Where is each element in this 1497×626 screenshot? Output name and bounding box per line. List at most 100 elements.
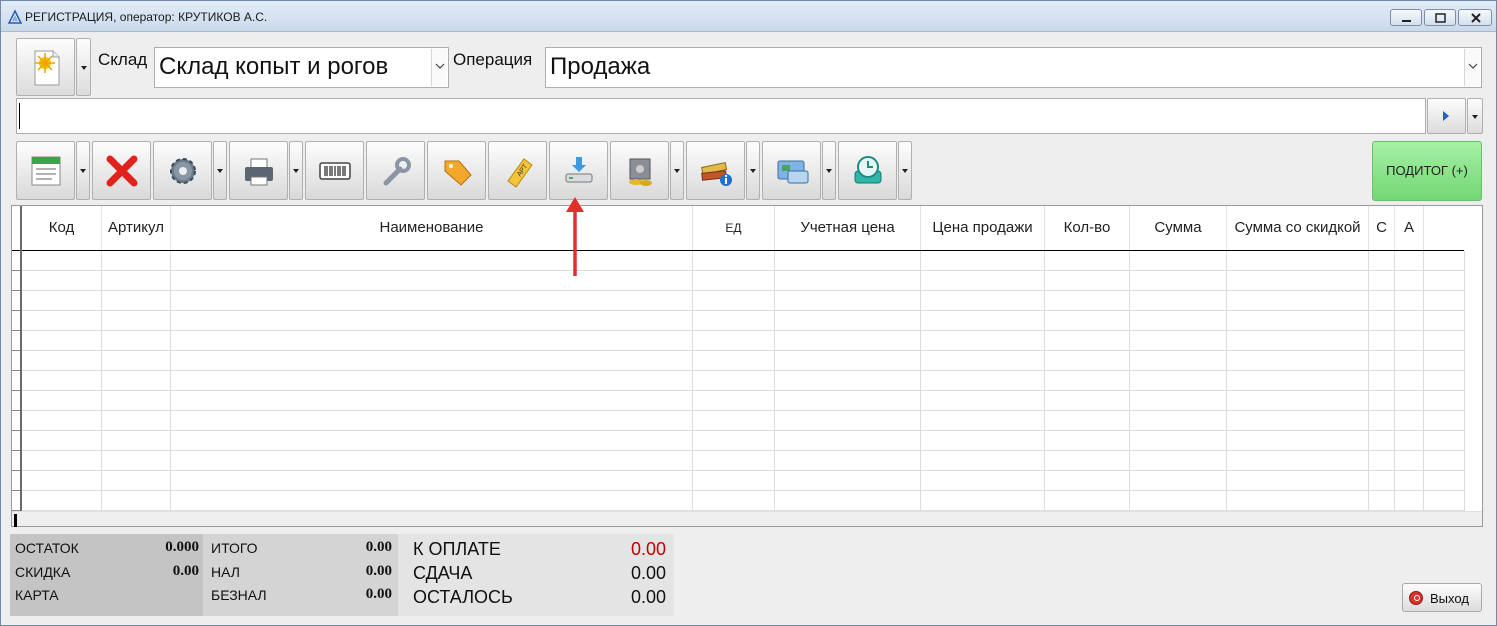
row-indicator[interactable] [12, 471, 20, 491]
table-row[interactable] [22, 351, 1464, 371]
new-document-icon [34, 50, 60, 86]
table-row[interactable] [22, 491, 1464, 511]
download-scale-icon [565, 156, 592, 182]
column-cost-price[interactable]: Учетная цена [775, 206, 921, 250]
table-row[interactable] [22, 471, 1464, 491]
calendar-list-dropdown[interactable] [76, 141, 90, 200]
column-sum-discount[interactable]: Сумма со скидкой [1227, 206, 1369, 250]
items-grid[interactable]: Код Артикул Наименование ЕД Учетная цена… [11, 205, 1483, 527]
column-quantity[interactable]: Кол-во [1045, 206, 1130, 250]
row-indicator[interactable] [12, 431, 20, 451]
books-info-button[interactable] [686, 141, 745, 200]
column-unit[interactable]: ЕД [693, 206, 775, 250]
run-scan-dropdown[interactable] [1467, 98, 1483, 134]
chevron-down-icon [1468, 63, 1478, 69]
row-indicator[interactable] [12, 311, 20, 331]
column-name[interactable]: Наименование [171, 206, 693, 250]
settings-button[interactable] [153, 141, 212, 200]
grid-line [1423, 251, 1424, 511]
summary-totals-panel: ИТОГО 0.00 НАЛ 0.00 БЕЗНАЛ 0.00 [203, 534, 398, 616]
subtotal-button[interactable]: ПОДИТОГ (+) [1372, 141, 1482, 201]
row-indicator[interactable] [12, 331, 20, 351]
new-document-button[interactable] [16, 38, 75, 96]
operation-dropdown-arrow[interactable] [1464, 49, 1480, 86]
operation-value: Продажа [550, 53, 651, 80]
exit-button[interactable]: Выход [1402, 583, 1482, 612]
payment-card-dropdown[interactable] [822, 141, 836, 200]
title-bar: РЕГИСТРАЦИЯ, оператор: КРУТИКОВ А.С. [1, 1, 1496, 32]
table-row[interactable] [22, 271, 1464, 291]
grid-line [1044, 251, 1045, 511]
column-code[interactable]: Код [22, 206, 102, 250]
download-scale-button[interactable] [549, 141, 608, 200]
row-indicator[interactable] [12, 411, 20, 431]
maximize-button[interactable] [1424, 9, 1456, 26]
horizontal-scrollbar[interactable] [12, 511, 1482, 527]
row-indicator[interactable] [12, 371, 20, 391]
row-indicator[interactable] [12, 391, 20, 411]
total-value: 0.00 [365, 539, 392, 555]
change-value: 0.00 [630, 563, 666, 583]
column-sum[interactable]: Сумма [1130, 206, 1227, 250]
minimize-button[interactable] [1390, 9, 1422, 26]
warehouse-dropdown-arrow[interactable] [431, 49, 447, 86]
table-row[interactable] [22, 331, 1464, 351]
row-indicator[interactable] [12, 291, 20, 311]
text-caret [19, 103, 20, 129]
barcode-button[interactable] [305, 141, 364, 200]
payment-card-button[interactable] [762, 141, 821, 200]
run-scan-button[interactable] [1427, 98, 1466, 134]
operation-select[interactable]: Продажа [545, 47, 1482, 88]
warehouse-value: Склад копыт и рогов [159, 53, 389, 80]
wrench-button[interactable] [366, 141, 425, 200]
table-row[interactable] [22, 451, 1464, 471]
grid-line [920, 251, 921, 511]
cash-value: 0.00 [365, 563, 392, 579]
clock-drive-button[interactable] [838, 141, 897, 200]
barcode-icon [318, 161, 351, 180]
row-indicator[interactable] [12, 351, 20, 371]
total-label: ИТОГО [211, 540, 258, 556]
card-label: КАРТА [15, 587, 59, 603]
table-row[interactable] [22, 391, 1464, 411]
table-row[interactable] [22, 291, 1464, 311]
calendar-list-button[interactable] [16, 141, 75, 200]
article-tag-button[interactable]: АРТ [488, 141, 547, 200]
noncash-value: 0.00 [365, 586, 392, 602]
column-c[interactable]: С [1369, 206, 1395, 250]
row-indicator[interactable] [12, 251, 20, 271]
price-tag-button[interactable] [427, 141, 486, 200]
price-tag-icon [444, 160, 472, 186]
payment-card-icon [777, 160, 808, 183]
settings-dropdown[interactable] [213, 141, 227, 200]
print-button[interactable] [229, 141, 288, 200]
scrollbar-thumb[interactable] [14, 514, 17, 527]
barcode-scan-input[interactable] [16, 98, 1426, 134]
table-row[interactable] [22, 311, 1464, 331]
column-article[interactable]: Артикул [102, 206, 171, 250]
new-document-dropdown[interactable] [76, 38, 91, 96]
clock-drive-dropdown[interactable] [898, 141, 912, 200]
summary-balance-panel: ОСТАТОК 0.000 СКИДКА 0.00 КАРТА [10, 534, 203, 616]
table-row[interactable] [22, 431, 1464, 451]
row-indicator[interactable] [12, 271, 20, 291]
remainder-label: ОСТАТОК [15, 540, 79, 556]
exit-label: Выход [1430, 591, 1469, 606]
warehouse-select[interactable]: Склад копыт и рогов [154, 47, 449, 88]
table-row[interactable] [22, 411, 1464, 431]
print-dropdown[interactable] [289, 141, 303, 200]
books-info-dropdown[interactable] [746, 141, 760, 200]
noncash-label: БЕЗНАЛ [211, 587, 267, 603]
printer-icon [244, 158, 273, 185]
table-row[interactable] [22, 371, 1464, 391]
column-sale-price[interactable]: Цена продажи [921, 206, 1045, 250]
safe-money-button[interactable] [610, 141, 669, 200]
table-row[interactable] [22, 251, 1464, 271]
row-indicator[interactable] [12, 451, 20, 471]
column-a[interactable]: А [1395, 206, 1424, 250]
restore-icon [1435, 13, 1446, 23]
safe-money-dropdown[interactable] [670, 141, 684, 200]
delete-button[interactable] [92, 141, 151, 200]
row-indicator[interactable] [12, 491, 20, 511]
close-button[interactable] [1458, 9, 1492, 26]
